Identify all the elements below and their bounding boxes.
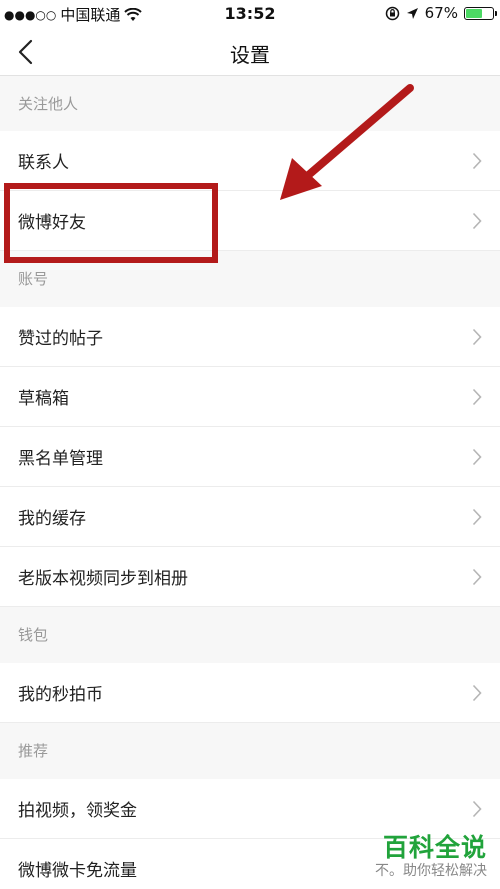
settings-item-drafts[interactable]: 草稿箱 <box>0 367 500 427</box>
settings-item-contacts[interactable]: 联系人 <box>0 131 500 191</box>
battery-fill <box>466 8 483 18</box>
watermark: 百科全说 不。助你轻松解决 <box>350 826 495 884</box>
page-title: 设置 <box>230 43 270 67</box>
battery-tip <box>495 10 497 16</box>
chevron-right-icon <box>472 448 482 466</box>
section-header-recommend: 推荐 <box>0 723 500 779</box>
rotation-lock-icon <box>385 6 399 20</box>
settings-item-label: 黑名单管理 <box>18 449 103 469</box>
settings-item-label: 联系人 <box>18 153 69 173</box>
chevron-right-icon <box>472 800 482 818</box>
settings-item-cache[interactable]: 我的缓存 <box>0 487 500 547</box>
settings-item-label: 赞过的帖子 <box>18 329 103 349</box>
chevron-right-icon <box>472 152 482 170</box>
location-arrow-icon <box>406 7 418 19</box>
settings-item-label: 我的缓存 <box>18 509 86 529</box>
settings-item-label: 微博好友 <box>18 213 86 233</box>
nav-bar: 设置 <box>0 28 500 76</box>
section-header-account: 账号 <box>0 251 500 307</box>
status-bar: ●●●○○ 中国联通 13:52 67% <box>0 0 500 28</box>
settings-item-coins[interactable]: 我的秒拍币 <box>0 663 500 723</box>
chevron-right-icon <box>472 684 482 702</box>
settings-item-label: 老版本视频同步到相册 <box>18 569 188 589</box>
section-header-wallet: 钱包 <box>0 607 500 663</box>
status-right: 67% <box>385 4 497 22</box>
watermark-title: 百科全说 <box>382 833 487 862</box>
settings-item-blacklist[interactable]: 黑名单管理 <box>0 427 500 487</box>
battery-percent: 67% <box>424 4 458 22</box>
settings-item-label: 拍视频，领奖金 <box>18 801 137 821</box>
chevron-right-icon <box>472 568 482 586</box>
watermark-subtitle: 不。助你轻松解决 <box>375 860 487 880</box>
settings-item-label: 微博微卡免流量 <box>18 861 137 881</box>
settings-item-label: 我的秒拍币 <box>18 685 103 705</box>
settings-item-liked-posts[interactable]: 赞过的帖子 <box>0 307 500 367</box>
chevron-right-icon <box>472 388 482 406</box>
chevron-right-icon <box>472 212 482 230</box>
chevron-right-icon <box>472 328 482 346</box>
battery-icon <box>464 6 497 20</box>
chevron-right-icon <box>472 508 482 526</box>
settings-item-label: 草稿箱 <box>18 389 69 409</box>
settings-item-sync-video-album[interactable]: 老版本视频同步到相册 <box>0 547 500 607</box>
section-header-follow: 关注他人 <box>0 76 500 131</box>
settings-item-weibo-friends[interactable]: 微博好友 <box>0 191 500 251</box>
